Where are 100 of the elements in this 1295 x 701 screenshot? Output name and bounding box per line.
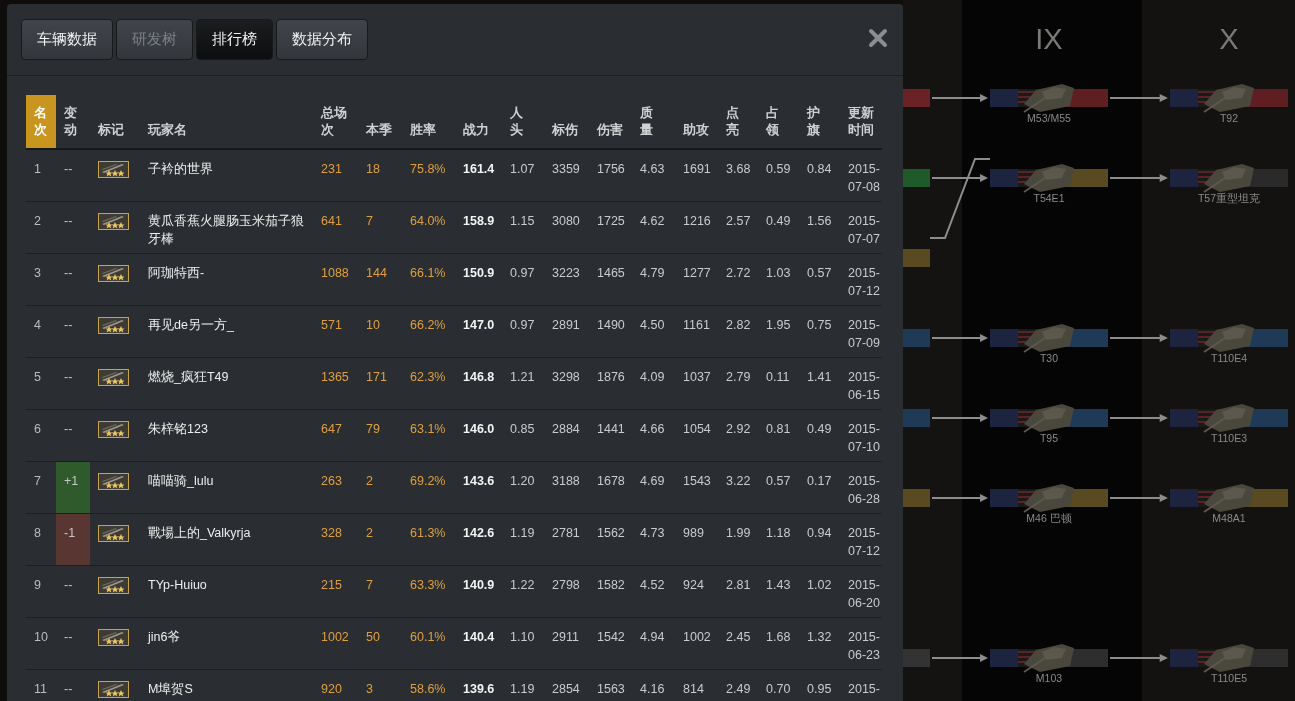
- column-header[interactable]: 人头: [502, 95, 544, 149]
- change-cell: -1: [56, 513, 90, 565]
- column-header[interactable]: 标伤: [544, 95, 589, 149]
- table-cell: 1.15: [502, 201, 544, 253]
- table-cell: 2.79: [718, 357, 758, 409]
- table-cell: 161.4: [455, 149, 502, 201]
- table-cell: 3080: [544, 201, 589, 253]
- column-header[interactable]: 总场次: [313, 95, 358, 149]
- change-cell: --: [56, 201, 90, 253]
- table-cell: 1002: [313, 617, 358, 669]
- rank-cell: 10: [26, 617, 56, 669]
- column-header[interactable]: 助攻: [675, 95, 718, 149]
- table-cell: 3.68: [718, 149, 758, 201]
- rank-badge-icon: [98, 472, 129, 490]
- column-header[interactable]: 胜率: [402, 95, 455, 149]
- table-cell: 0.49: [758, 201, 799, 253]
- table-cell: 3.22: [718, 461, 758, 513]
- table-cell: 2: [358, 461, 402, 513]
- player-name[interactable]: jin6爷: [140, 617, 313, 669]
- column-header[interactable]: 更新时间: [840, 95, 882, 149]
- table-cell: 4.69: [632, 461, 675, 513]
- table-cell: 7: [358, 201, 402, 253]
- tank-name: M103: [1035, 672, 1063, 684]
- table-cell: 150.9: [455, 253, 502, 305]
- rank-badge-icon: [98, 420, 129, 438]
- table-cell: 0.17: [799, 461, 840, 513]
- rank-cell: 5: [26, 357, 56, 409]
- tier-label: X: [1218, 25, 1240, 57]
- tank-name: T110E3: [1211, 432, 1247, 444]
- player-name[interactable]: TYp-Huiuo: [140, 565, 313, 617]
- table-cell: 158.9: [455, 201, 502, 253]
- table-cell: 2: [358, 513, 402, 565]
- player-name[interactable]: 再见de另一方_: [140, 305, 313, 357]
- tab[interactable]: 排行榜: [196, 19, 273, 60]
- column-header[interactable]: 玩家名: [140, 95, 313, 149]
- column-header[interactable]: 本季: [358, 95, 402, 149]
- table-cell: 2.92: [718, 409, 758, 461]
- change-cell: --: [56, 617, 90, 669]
- tab[interactable]: 数据分布: [276, 19, 368, 60]
- table-cell: 2798: [544, 565, 589, 617]
- player-name[interactable]: 朱梓铭123: [140, 409, 313, 461]
- table-cell: 1365: [313, 357, 358, 409]
- table-cell: 1441: [589, 409, 632, 461]
- table-cell: 10: [358, 305, 402, 357]
- table-cell: 263: [313, 461, 358, 513]
- rank-cell: 3: [26, 253, 56, 305]
- tab[interactable]: 车辆数据: [21, 19, 113, 60]
- table-cell: 0.57: [799, 253, 840, 305]
- player-name[interactable]: 喵喵骑_lulu: [140, 461, 313, 513]
- player-name[interactable]: 戰場上的_Valkyrja: [140, 513, 313, 565]
- table-cell: 139.6: [455, 669, 502, 701]
- column-header[interactable]: 质量: [632, 95, 675, 149]
- player-name[interactable]: 子衿的世界: [140, 149, 313, 201]
- player-name[interactable]: M埠贺S: [140, 669, 313, 701]
- table-cell: 4.63: [632, 149, 675, 201]
- column-header[interactable]: 护旗: [799, 95, 840, 149]
- column-header[interactable]: 占领: [758, 95, 799, 149]
- column-header[interactable]: 战力: [455, 95, 502, 149]
- column-header[interactable]: 标记: [90, 95, 140, 149]
- change-cell: --: [56, 253, 90, 305]
- table-cell: 4.73: [632, 513, 675, 565]
- connector-arrow: [1108, 174, 1170, 182]
- table-cell: 1490: [589, 305, 632, 357]
- table-cell: 1756: [589, 149, 632, 201]
- player-name[interactable]: 燃烧_疯狂T49: [140, 357, 313, 409]
- table-cell: 58.6%: [402, 669, 455, 701]
- rank-cell: 7: [26, 461, 56, 513]
- column-header[interactable]: 变动: [56, 95, 90, 149]
- table-cell: 4.50: [632, 305, 675, 357]
- table-cell: 2891: [544, 305, 589, 357]
- player-name[interactable]: 阿珈特西-: [140, 253, 313, 305]
- table-cell: 231: [313, 149, 358, 201]
- table-cell: 7: [358, 565, 402, 617]
- table-cell: 0.11: [758, 357, 799, 409]
- table-cell: 1.19: [502, 513, 544, 565]
- tank-name: M53/M55: [1027, 112, 1071, 124]
- player-name[interactable]: 黄瓜香蕉火腿肠玉米茄子狼牙棒: [140, 201, 313, 253]
- table-cell: 2015-07-12: [840, 253, 882, 305]
- table-cell: 147.0: [455, 305, 502, 357]
- column-header[interactable]: 点亮: [718, 95, 758, 149]
- table-cell: 0.49: [799, 409, 840, 461]
- rank-cell: 2: [26, 201, 56, 253]
- table-cell: 3223: [544, 253, 589, 305]
- close-icon[interactable]: [868, 28, 888, 48]
- table-cell: 3: [358, 669, 402, 701]
- table-cell: 66.1%: [402, 253, 455, 305]
- table-cell: 2015-07-12: [840, 513, 882, 565]
- table-cell: 1054: [675, 409, 718, 461]
- connector-arrow: [1108, 94, 1170, 102]
- table-cell: 140.4: [455, 617, 502, 669]
- table-cell: 4.52: [632, 565, 675, 617]
- table-cell: 1691: [675, 149, 718, 201]
- column-header[interactable]: 伤害: [589, 95, 632, 149]
- change-cell: --: [56, 409, 90, 461]
- table-cell: 142.6: [455, 513, 502, 565]
- rank-badge-icon: [98, 576, 129, 594]
- change-cell: --: [56, 669, 90, 701]
- table-cell: 2.82: [718, 305, 758, 357]
- table-cell: 0.97: [502, 253, 544, 305]
- table-cell: 571: [313, 305, 358, 357]
